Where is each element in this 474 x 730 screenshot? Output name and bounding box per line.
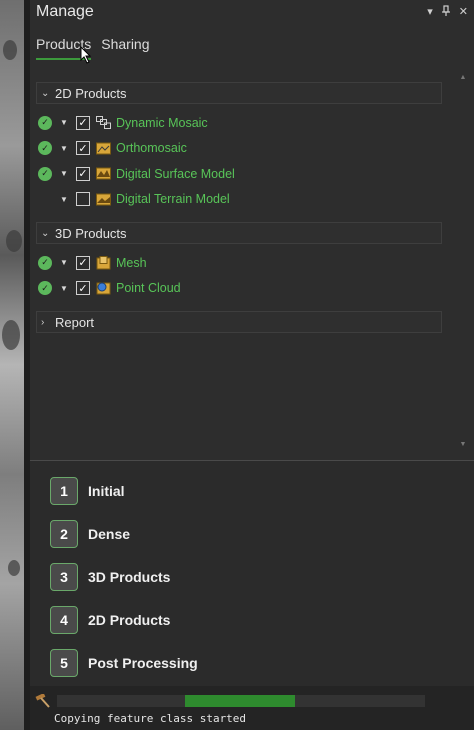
- pane-controls: ▾ ✕: [427, 4, 468, 20]
- group-header-3d[interactable]: ⌄ 3D Products: [36, 222, 442, 244]
- pane-title: Manage: [36, 3, 94, 20]
- progress-bar: [57, 695, 425, 707]
- step-number: 5: [50, 649, 78, 677]
- step-3d-products[interactable]: 3 3D Products: [50, 563, 170, 591]
- group-label: 2D Products: [55, 85, 127, 101]
- product-link[interactable]: Dynamic Mosaic: [116, 116, 208, 130]
- product-row-dynamic-mosaic: ✓ ▼ ✓ Dynamic Mosaic: [30, 110, 474, 136]
- status-message: Copying feature class started: [54, 712, 247, 725]
- row-expand-triangle-icon[interactable]: ▼: [60, 195, 70, 204]
- close-icon[interactable]: ✕: [459, 5, 468, 20]
- map-feature: [3, 40, 17, 60]
- step-number: 2: [50, 520, 78, 548]
- dsm-icon: [96, 167, 111, 181]
- step-dense[interactable]: 2 Dense: [50, 520, 130, 548]
- manage-pane: Manage ▾ ✕ Products Sharing ⌄ 2D Product…: [30, 0, 474, 730]
- step-label: 3D Products: [88, 569, 171, 585]
- pane-header: Manage ▾ ✕: [30, 0, 474, 24]
- product-link[interactable]: Mesh: [116, 256, 147, 270]
- tab-strip: Products Sharing: [30, 24, 474, 60]
- chevron-down-icon[interactable]: ⌄: [41, 228, 55, 239]
- map-feature: [6, 230, 22, 252]
- step-2d-products[interactable]: 4 2D Products: [50, 606, 170, 634]
- group-label: 3D Products: [55, 225, 127, 241]
- product-link[interactable]: Orthomosaic: [116, 141, 187, 155]
- status-placeholder: [38, 192, 52, 206]
- step-label: Dense: [88, 526, 131, 542]
- product-row-dsm: ✓ ▼ ✓ Digital Surface Model: [30, 161, 474, 187]
- chevron-right-icon[interactable]: ›: [41, 317, 55, 328]
- step-number: 4: [50, 606, 78, 634]
- product-row-orthomosaic: ✓ ▼ ✓ Orthomosaic: [30, 136, 474, 162]
- pane-options-chevron-icon[interactable]: ▾: [427, 5, 433, 20]
- scroll-down-icon[interactable]: ▼: [458, 441, 468, 448]
- product-link[interactable]: Digital Terrain Model: [116, 192, 230, 206]
- product-checkbox[interactable]: ✓: [76, 141, 90, 156]
- status-bar: Copying feature class started: [30, 686, 474, 730]
- group-header-2d[interactable]: ⌄ 2D Products: [36, 82, 442, 104]
- group-label: Report: [55, 314, 95, 330]
- product-checkbox[interactable]: [76, 192, 90, 207]
- check-circle-icon: ✓: [38, 141, 52, 156]
- chevron-down-icon[interactable]: ⌄: [41, 88, 55, 99]
- product-checkbox[interactable]: ✓: [76, 255, 90, 270]
- tab-sharing[interactable]: Sharing: [101, 36, 149, 60]
- product-link[interactable]: Point Cloud: [116, 281, 181, 295]
- row-expand-triangle-icon[interactable]: ▼: [60, 284, 70, 293]
- progress-fill: [185, 695, 295, 707]
- row-expand-triangle-icon[interactable]: ▼: [60, 144, 70, 153]
- product-checkbox[interactable]: ✓: [76, 115, 90, 130]
- hammer-icon: [35, 693, 51, 708]
- group-header-report[interactable]: › Report: [36, 311, 442, 333]
- orthomosaic-icon: [96, 141, 111, 155]
- map-feature: [8, 560, 20, 576]
- row-expand-triangle-icon[interactable]: ▼: [60, 258, 70, 267]
- map-feature: [2, 320, 20, 350]
- step-label: 2D Products: [88, 612, 171, 628]
- map-view-edge: [0, 0, 24, 730]
- check-circle-icon: ✓: [38, 166, 52, 181]
- step-number: 1: [50, 477, 78, 505]
- tree-scrollbar[interactable]: ▲ ▼: [458, 74, 468, 458]
- product-row-dtm: ▼ Digital Terrain Model: [30, 187, 474, 213]
- processing-steps: 1 Initial 2 Dense 3 3D Products 4 2D Pro…: [30, 460, 474, 687]
- mesh-icon: [96, 255, 111, 270]
- step-post-processing[interactable]: 5 Post Processing: [50, 649, 198, 677]
- row-expand-triangle-icon[interactable]: ▼: [60, 118, 70, 127]
- pin-icon[interactable]: [441, 4, 451, 20]
- step-label: Post Processing: [88, 655, 198, 671]
- scroll-up-icon[interactable]: ▲: [458, 74, 468, 81]
- step-number: 3: [50, 563, 78, 591]
- step-label: Initial: [88, 483, 125, 499]
- dtm-icon: [96, 192, 111, 206]
- mouse-pointer-icon: [80, 45, 92, 64]
- check-circle-icon: ✓: [38, 255, 52, 270]
- product-row-point-cloud: ✓ ▼ ✓ Point Cloud: [30, 276, 474, 302]
- mosaic-icon: [96, 116, 111, 130]
- products-tree: ⌄ 2D Products ✓ ▼ ✓ Dynamic Mosaic ✓ ▼ ✓…: [30, 72, 474, 460]
- check-circle-icon: ✓: [38, 115, 52, 130]
- product-link[interactable]: Digital Surface Model: [116, 167, 235, 181]
- row-expand-triangle-icon[interactable]: ▼: [60, 169, 70, 178]
- step-initial[interactable]: 1 Initial: [50, 477, 125, 505]
- product-row-mesh: ✓ ▼ ✓ Mesh: [30, 250, 474, 276]
- point-cloud-icon: [96, 281, 111, 295]
- product-checkbox[interactable]: ✓: [76, 166, 90, 181]
- check-circle-icon: ✓: [38, 281, 52, 296]
- product-checkbox[interactable]: ✓: [76, 281, 90, 296]
